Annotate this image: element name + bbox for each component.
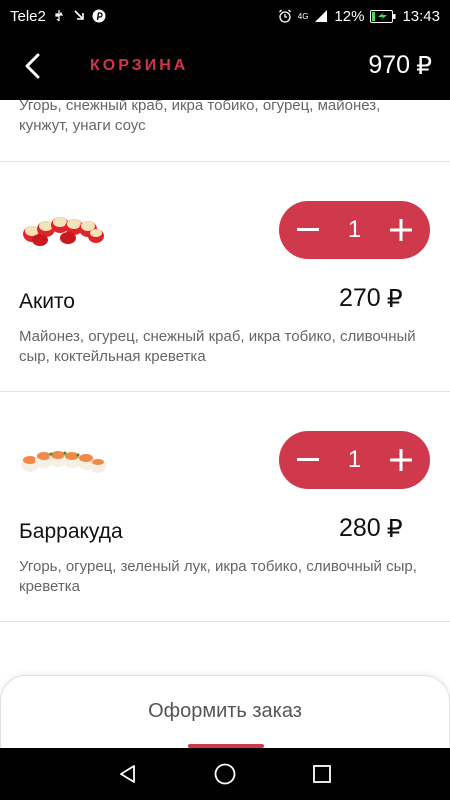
- item-price-currency: ₽: [386, 515, 403, 543]
- item-name: Барракуда: [19, 520, 123, 543]
- alarm-icon: [278, 9, 292, 23]
- quantity-value: 1: [347, 216, 362, 243]
- quantity-stepper: 1: [279, 431, 430, 489]
- nav-recents-button[interactable]: [302, 754, 342, 794]
- order-panel: Оформить заказ: [0, 675, 450, 755]
- item-name: Акито: [19, 290, 75, 313]
- plus-icon: [389, 449, 412, 471]
- plus-icon: [389, 219, 412, 241]
- signal-icon: [314, 9, 328, 23]
- chevron-left-icon: [25, 53, 40, 79]
- circle-home-icon: [214, 763, 236, 785]
- usb-icon: [52, 9, 66, 23]
- cart-item: 1 Акито 270 ₽ Майонез, огурец, снежный к…: [0, 162, 450, 392]
- item-description: Угорь, снежный краб, икра тобико, огурец…: [19, 100, 381, 134]
- battery-icon: [370, 9, 396, 23]
- decrease-button[interactable]: [293, 215, 323, 245]
- cart-total: 970 ₽: [368, 51, 432, 81]
- nav-back-button[interactable]: [108, 754, 148, 794]
- increase-button[interactable]: [386, 445, 416, 475]
- cart-item: 1 Барракуда 280 ₽ Угорь, огурец, зеленый…: [0, 392, 450, 622]
- page-title: КОРЗИНА: [90, 57, 189, 74]
- decrease-button[interactable]: [293, 445, 323, 475]
- status-bar: Tele2 4G 12% 13:43: [0, 0, 450, 32]
- item-price: 270 ₽: [339, 284, 403, 314]
- increase-button[interactable]: [386, 215, 416, 245]
- pinterest-icon: [92, 9, 106, 23]
- download-icon: [72, 9, 86, 23]
- sushi-roll-image: [21, 451, 106, 473]
- item-price-currency: ₽: [386, 285, 403, 313]
- status-right: 4G 12% 13:43: [278, 8, 440, 25]
- minus-icon: [297, 228, 319, 231]
- cart-list[interactable]: Угорь, снежный краб, икра тобико, огурец…: [0, 100, 450, 675]
- cart-total-amount: 970: [368, 51, 411, 79]
- clock: 13:43: [402, 7, 440, 25]
- item-description: Майонез, огурец, снежный краб, икра тоби…: [19, 328, 416, 365]
- carrier-label: Tele2: [10, 7, 46, 25]
- battery-percent: 12%: [334, 7, 365, 25]
- quantity-value: 1: [347, 446, 362, 473]
- triangle-back-icon: [120, 765, 136, 783]
- quantity-stepper: 1: [279, 201, 430, 259]
- app-bar: КОРЗИНА 970 ₽: [0, 32, 450, 100]
- checkout-button[interactable]: Оформить заказ: [1, 700, 449, 723]
- item-price-value: 270: [339, 284, 381, 312]
- square-recents-icon: [312, 765, 331, 783]
- minus-icon: [297, 458, 319, 461]
- cart-total-currency: ₽: [416, 52, 432, 80]
- navigation-bar: [0, 748, 450, 800]
- item-price: 280 ₽: [339, 514, 403, 544]
- network-type: 4G: [297, 11, 309, 21]
- back-button[interactable]: [0, 32, 64, 100]
- item-description: Угорь, огурец, зеленый лук, икра тобико,…: [19, 558, 417, 595]
- status-left: Tele2: [10, 8, 106, 25]
- nav-home-button[interactable]: [205, 754, 245, 794]
- divider: [0, 621, 450, 622]
- item-price-value: 280: [339, 514, 381, 542]
- sushi-roll-image: [23, 217, 104, 246]
